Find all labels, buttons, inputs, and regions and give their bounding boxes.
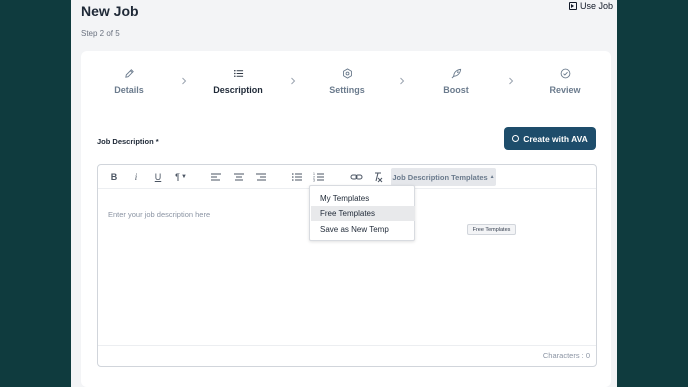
check-circle-icon [560,68,570,79]
templates-label: Job Description Templates [392,172,488,182]
use-job-label: Use Job [580,1,614,11]
caret-down-icon: ▼ [180,174,187,180]
chevron-right-icon [400,77,405,85]
chevron-right-icon [509,77,514,85]
numbered-list-icon[interactable]: 123 [313,170,325,184]
chevron-right-icon [291,77,296,85]
bullet-list-icon[interactable] [291,170,303,184]
chevron-right-icon [182,77,187,85]
rocket-icon [451,68,461,79]
job-description-templates-button[interactable]: Job Description Templates ▲ [391,168,496,186]
step-boost[interactable]: Boost [416,68,496,95]
paragraph-icon: ¶ [175,172,180,182]
tooltip: Free Templates [467,224,516,235]
step-label: Review [549,85,581,95]
job-description-label: Job Description * [97,137,159,146]
clear-format-icon[interactable] [372,170,384,184]
step-indicator: Step 2 of 5 [81,29,120,38]
ava-icon [512,135,520,142]
step-label: Boost [443,85,469,95]
editor-footer-divider [98,345,596,346]
create-with-ava-label: Create with AVA [523,133,588,144]
editor-placeholder: Enter your job description here [108,210,211,219]
align-center-icon[interactable] [233,170,245,184]
use-job-button[interactable]: Use Job [569,1,613,11]
templates-dropdown-menu: My Templates Free Templates Save as New … [309,185,415,241]
stepper: Details Description Settings Boost Revie… [81,68,611,108]
caret-up-icon: ▲ [489,174,495,180]
use-job-icon [569,2,577,10]
character-count: Characters : 0 [542,351,590,360]
step-review[interactable]: Review [525,68,605,95]
list-icon [233,70,243,77]
svg-text:3: 3 [313,179,315,183]
step-settings[interactable]: Settings [307,68,387,95]
step-label: Description [213,85,263,95]
dropdown-item-my-templates[interactable]: My Templates [311,191,415,206]
step-label: Details [114,85,144,95]
dropdown-item-save-as-new-template[interactable]: Save as New Temp [311,222,415,237]
dropdown-item-free-templates[interactable]: Free Templates [311,206,415,221]
italic-button[interactable]: i [130,170,142,184]
step-details[interactable]: Details [89,68,169,95]
align-right-icon[interactable] [255,170,267,184]
step-description[interactable]: Description [198,68,278,95]
underline-button[interactable]: U [152,170,164,184]
page-title: New Job [81,3,139,19]
paragraph-format-button[interactable]: ¶ ▼ [172,170,190,184]
link-icon[interactable] [350,170,363,184]
pencil-icon [124,69,134,78]
align-left-icon[interactable] [210,170,222,184]
bold-button[interactable]: B [108,170,120,184]
step-label: Settings [329,85,365,95]
create-with-ava-button[interactable]: Create with AVA [504,127,596,150]
gear-icon [342,68,352,79]
